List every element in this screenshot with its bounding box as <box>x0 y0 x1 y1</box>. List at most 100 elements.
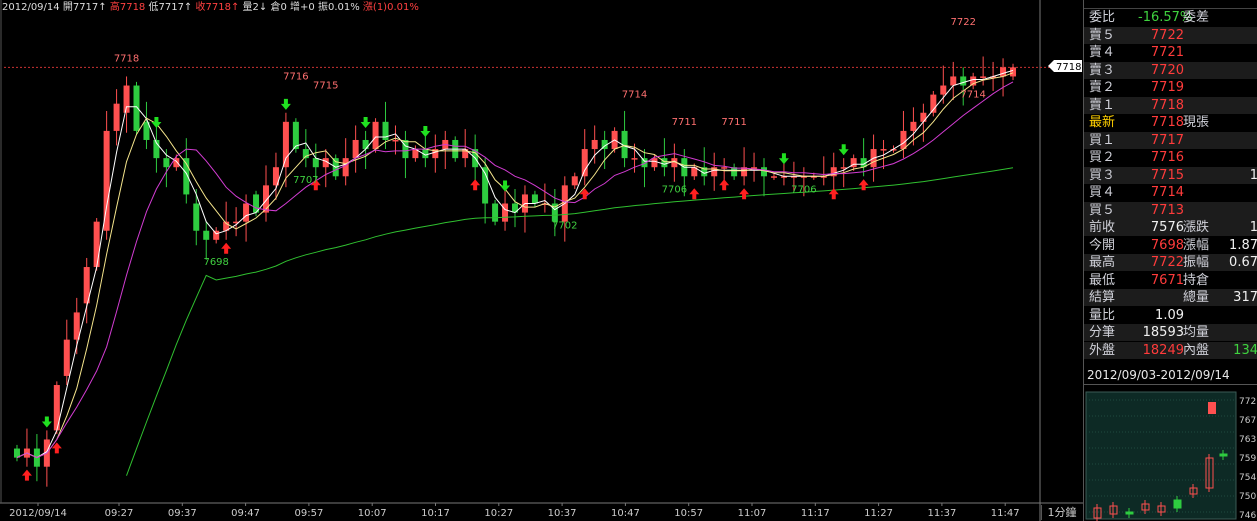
candle-body <box>53 385 60 431</box>
interval-selector[interactable]: 1分鐘 <box>1041 505 1082 520</box>
ask-row: 賣４ 7721 <box>1084 44 1257 61</box>
ma-line-yellow <box>16 72 1014 459</box>
candle-body <box>581 149 588 177</box>
stat-label: 最低 <box>1089 272 1116 288</box>
outer-inner-row: 外盤 18249 內盤 134 <box>1084 341 1257 359</box>
stat-value: 1.09 <box>1155 307 1184 323</box>
info-volume: 量2↓ <box>242 2 268 13</box>
candle-body <box>721 167 728 169</box>
ask-label: 賣１ <box>1089 97 1116 113</box>
sell-signal-arrow <box>151 116 162 128</box>
candle-body <box>93 221 100 268</box>
price-annotation: 7722 <box>950 17 975 28</box>
candle-body <box>571 176 578 186</box>
stat-value: 7722 <box>1150 255 1184 270</box>
bid-price: 7714 <box>1150 185 1184 200</box>
bid-label: 買４ <box>1089 185 1116 200</box>
stat-label: 最高 <box>1089 255 1116 270</box>
bid-row: 買２ 7716 <box>1084 149 1257 166</box>
candle-body <box>103 130 110 231</box>
price-annotation: 7715 <box>313 81 338 92</box>
current-price-tag: 7718 <box>1048 60 1082 72</box>
ask-price: 7722 <box>1150 27 1184 43</box>
candle-body <box>193 203 200 231</box>
inner-label: 內盤 <box>1183 342 1210 358</box>
ask-label: 賣４ <box>1089 45 1116 60</box>
ask-row: 賣１ 7718 <box>1084 96 1257 114</box>
bid-price: 7713 <box>1150 202 1184 218</box>
ask-label: 賣２ <box>1089 80 1116 95</box>
buy-signal-arrow <box>21 469 32 481</box>
buy-signal-arrow <box>470 179 481 191</box>
candle-body <box>591 139 598 150</box>
bid-label: 買１ <box>1089 132 1116 148</box>
candle-body <box>203 230 210 240</box>
candle-body <box>63 339 70 376</box>
last-label: 最新 <box>1089 115 1116 130</box>
candle-body <box>372 121 379 150</box>
candlestick-chart[interactable]: 7718 7716 7715 7698 7707 7714 7711 7711 7702 7706… <box>0 0 1083 521</box>
stat-label-2: 漲跌 <box>1183 220 1210 235</box>
stat-label: 前收 <box>1089 220 1116 235</box>
info-change: 漲(1)0.01% <box>362 2 419 13</box>
mini-daily-chart[interactable]: 772 767 763 759 754 750 746 <box>1084 390 1257 521</box>
x-tick-label: 11:17 <box>801 508 830 519</box>
candle-body <box>282 121 289 168</box>
quote-header <box>1084 0 1257 9</box>
stat-value-2: 0.67 <box>1229 255 1257 270</box>
mini-axis-label: 767 <box>1239 416 1256 426</box>
info-high: 高7718 <box>109 2 146 13</box>
sell-signal-arrow <box>420 126 431 138</box>
candle-body <box>213 230 220 240</box>
mini-candle-body <box>1173 499 1182 509</box>
sell-signal-arrow <box>41 416 52 428</box>
ask-price: 7721 <box>1150 45 1184 60</box>
price-annotation: 7702 <box>552 221 577 232</box>
stat-value: 18593 <box>1142 325 1184 340</box>
sell-signal-arrow <box>838 144 849 156</box>
ma-line-white <box>16 69 1014 459</box>
x-tick-label: 11:37 <box>927 508 956 519</box>
candle-body <box>910 121 917 131</box>
buy-signal-arrow <box>221 242 232 254</box>
current-price-tag-text: 7718 <box>1056 62 1081 72</box>
mini-candle-latest <box>1208 402 1216 414</box>
info-open: 開7717↑ <box>62 2 107 13</box>
price-annotation: 7706 <box>662 184 687 195</box>
x-tick-label: 10:07 <box>358 508 387 519</box>
mini-axis-label: 746 <box>1239 511 1256 521</box>
stat-value: 7698 <box>1150 237 1184 253</box>
buy-signal-arrow <box>579 188 590 200</box>
ask-row: 賣５ 7722 <box>1084 26 1257 44</box>
ratio-value: -16.57% <box>1138 10 1193 25</box>
x-tick-label: 10:27 <box>484 508 513 519</box>
x-tick-label: 09:27 <box>105 508 134 519</box>
bid-row: 買１ 7717 <box>1084 131 1257 149</box>
quote-panel: 委比 -16.57% 委差 賣５ 7722 賣４ 7721 賣３ 7720 賣２ 7719 賣１ 771… <box>1083 0 1257 521</box>
candle-body <box>312 158 319 168</box>
x-tick-label: 10:47 <box>611 508 640 519</box>
ask-price: 7719 <box>1150 80 1184 95</box>
candle-body <box>651 158 658 168</box>
ask-label: 賣３ <box>1089 62 1116 78</box>
candle-body <box>492 203 499 222</box>
bid-row: 買４ 7714 <box>1084 184 1257 201</box>
mini-axis-label: 750 <box>1239 492 1256 502</box>
x-tick-label: 11:27 <box>864 508 893 519</box>
stat-label-2: 持倉 <box>1183 272 1210 288</box>
candle-body <box>1010 67 1017 77</box>
ratio-row: 委比 -16.57% 委差 <box>1084 9 1257 26</box>
candle-body <box>900 130 907 150</box>
x-tick-label: 10:17 <box>421 508 450 519</box>
candle-body <box>243 203 250 222</box>
stat-value: 7671 <box>1150 272 1184 288</box>
candle-body <box>352 139 359 159</box>
sell-signal-arrow <box>280 98 291 110</box>
inner-value: 134 <box>1233 342 1257 358</box>
candle-body <box>362 139 369 150</box>
info-increase: 增+0 <box>290 2 315 13</box>
stat-label: 分筆 <box>1089 325 1116 340</box>
price-annotation: 7711 <box>721 117 746 128</box>
stat-label-2: 漲幅 <box>1183 237 1210 253</box>
intraday-chart-panel[interactable]: 7718 7716 7715 7698 7707 7714 7711 7711 7702 7706… <box>0 0 1083 521</box>
